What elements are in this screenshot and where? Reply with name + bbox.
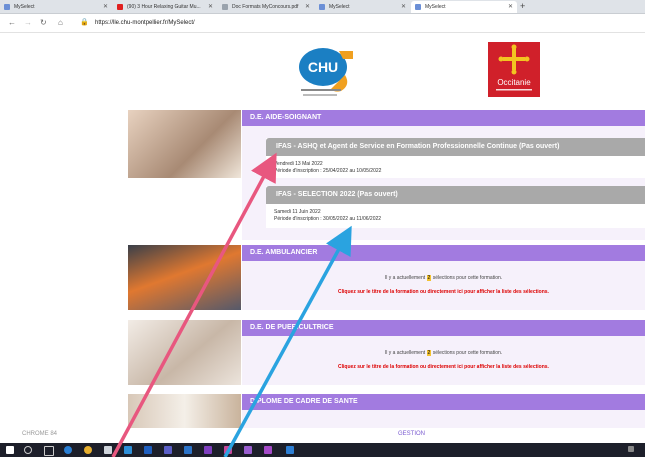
footer-gestion-link[interactable]: GESTION bbox=[398, 431, 425, 437]
browser-tab-label: MySelect bbox=[14, 4, 35, 10]
app-icon[interactable] bbox=[264, 446, 272, 454]
close-icon[interactable]: ✕ bbox=[508, 1, 513, 13]
notification-icon[interactable] bbox=[628, 446, 634, 452]
formation-section: DIPLOME DE CADRE DE SANTE bbox=[128, 394, 645, 428]
browser-tab-label: (90) 3 Hour Relaxing Guitar Mu... bbox=[127, 4, 201, 10]
page-footer: CHROME 84 GESTION bbox=[0, 428, 645, 442]
chu-logo: CHU bbox=[295, 45, 357, 101]
back-arrow-icon[interactable]: ← bbox=[8, 16, 16, 30]
browser-tab-label: Doc Formats MyConcours.pdf bbox=[232, 4, 299, 10]
formation-section: D.E. AIDE-SOIGNANT IFAS - ASHQ et Agent … bbox=[128, 110, 645, 240]
browser-tab[interactable]: MySelect ✕ bbox=[0, 1, 112, 13]
word-icon[interactable] bbox=[144, 446, 152, 454]
browser-tab[interactable]: MySelect ✕ bbox=[315, 1, 410, 13]
session-period: Période d'inscription : 25/04/2022 au 10… bbox=[274, 168, 382, 174]
formation-section: D.E. DE PUERICULTRICE Il y a actuellemen… bbox=[128, 320, 645, 385]
chrome-icon[interactable] bbox=[84, 446, 92, 454]
teams-icon[interactable] bbox=[164, 446, 172, 454]
formation-panel: D.E. AIDE-SOIGNANT IFAS - ASHQ et Agent … bbox=[242, 110, 645, 240]
app-icon[interactable] bbox=[224, 446, 232, 454]
selection-link[interactable]: Cliquez sur le titre de la formation ou … bbox=[242, 363, 645, 371]
app-icon[interactable] bbox=[104, 446, 112, 454]
youtube-icon bbox=[117, 4, 123, 10]
formation-title[interactable]: D.E. AIDE-SOIGNANT bbox=[242, 110, 645, 126]
search-icon[interactable] bbox=[24, 446, 32, 454]
selection-count-text: Il y a actuellement 2 sélections pour ce… bbox=[242, 349, 645, 357]
browser-tab-label: MySelect bbox=[329, 4, 350, 10]
session-card[interactable]: IFAS - SELECTION 2022 (Pas ouvert) Samed… bbox=[266, 186, 645, 228]
close-icon[interactable]: ✕ bbox=[208, 1, 213, 13]
address-bar: ← → ↻ ⌂ 🔒 https://lle.chu-montpellier.fr… bbox=[0, 14, 645, 33]
formation-panel: D.E. DE PUERICULTRICE Il y a actuellemen… bbox=[242, 320, 645, 385]
formation-photo bbox=[128, 394, 241, 428]
windows-start-icon[interactable] bbox=[6, 446, 14, 454]
formation-section: D.E. AMBULANCIER Il y a actuellement 2 s… bbox=[128, 245, 645, 310]
formation-panel: DIPLOME DE CADRE DE SANTE bbox=[242, 394, 645, 428]
refresh-icon[interactable]: ↻ bbox=[40, 16, 47, 30]
selection-count-text: Il y a actuellement 2 sélections pour ce… bbox=[242, 274, 645, 282]
close-icon[interactable]: ✕ bbox=[103, 1, 108, 13]
onenote-icon[interactable] bbox=[204, 446, 212, 454]
browser-tab[interactable]: (90) 3 Hour Relaxing Guitar Mu... ✕ bbox=[113, 1, 217, 13]
session-date: Samedi 11 Juin 2022 bbox=[274, 209, 321, 215]
task-view-icon[interactable] bbox=[44, 446, 54, 456]
close-icon[interactable]: ✕ bbox=[401, 1, 406, 13]
taskbar bbox=[0, 443, 645, 457]
app-icon[interactable] bbox=[244, 446, 252, 454]
session-card[interactable]: IFAS - ASHQ et Agent de Service en Forma… bbox=[266, 138, 645, 178]
session-title[interactable]: IFAS - ASHQ et Agent de Service en Forma… bbox=[266, 138, 645, 156]
browser-tab-bar: MySelect ✕ (90) 3 Hour Relaxing Guitar M… bbox=[0, 0, 645, 14]
forward-arrow-icon[interactable]: → bbox=[24, 16, 32, 30]
close-icon[interactable]: ✕ bbox=[305, 1, 310, 13]
info-suffix: sélections pour cette formation. bbox=[432, 275, 503, 281]
formation-photo bbox=[128, 110, 241, 178]
formation-title[interactable]: DIPLOME DE CADRE DE SANTE bbox=[242, 394, 645, 410]
browser-tab-label: MySelect bbox=[425, 4, 446, 10]
formation-title[interactable]: D.E. DE PUERICULTRICE bbox=[242, 320, 645, 336]
formation-photo bbox=[128, 245, 241, 310]
pdf-icon bbox=[222, 4, 228, 10]
home-icon[interactable]: ⌂ bbox=[58, 16, 63, 30]
store-icon[interactable] bbox=[124, 446, 132, 454]
selection-count-badge: 2 bbox=[426, 350, 432, 356]
selection-link[interactable]: Cliquez sur le titre de la formation ou … bbox=[242, 288, 645, 296]
app-icon[interactable] bbox=[286, 446, 294, 454]
browser-tab[interactable]: Doc Formats MyConcours.pdf ✕ bbox=[218, 1, 314, 13]
page-icon bbox=[415, 4, 421, 10]
formation-panel: D.E. AMBULANCIER Il y a actuellement 2 s… bbox=[242, 245, 645, 310]
browser-tab-active[interactable]: MySelect ✕ bbox=[411, 1, 517, 13]
formation-title[interactable]: D.E. AMBULANCIER bbox=[242, 245, 645, 261]
session-period: Période d'inscription : 30/05/2022 au 11… bbox=[274, 216, 382, 222]
session-date: Vendredi 13 Mai 2022 bbox=[274, 161, 323, 167]
url-field[interactable]: https://lle.chu-montpellier.fr/MySelect/ bbox=[95, 18, 195, 28]
chu-logo-text: CHU bbox=[308, 59, 338, 75]
edge-icon[interactable] bbox=[64, 446, 72, 454]
lock-icon: 🔒 bbox=[80, 19, 89, 26]
selection-count-badge: 2 bbox=[426, 275, 432, 281]
info-prefix: Il y a actuellement bbox=[384, 275, 426, 281]
occitanie-logo: Occitanie bbox=[488, 42, 540, 97]
footer-left-text: CHROME 84 bbox=[22, 431, 58, 437]
page-icon bbox=[319, 4, 325, 10]
session-title[interactable]: IFAS - SELECTION 2022 (Pas ouvert) bbox=[266, 186, 645, 204]
info-prefix: Il y a actuellement bbox=[384, 350, 426, 356]
occitanie-logo-text: Occitanie bbox=[497, 78, 531, 87]
outlook-icon[interactable] bbox=[184, 446, 192, 454]
info-suffix: sélections pour cette formation. bbox=[432, 350, 503, 356]
page-icon bbox=[4, 4, 10, 10]
new-tab-button[interactable]: + bbox=[520, 0, 525, 12]
formation-photo bbox=[128, 320, 241, 385]
